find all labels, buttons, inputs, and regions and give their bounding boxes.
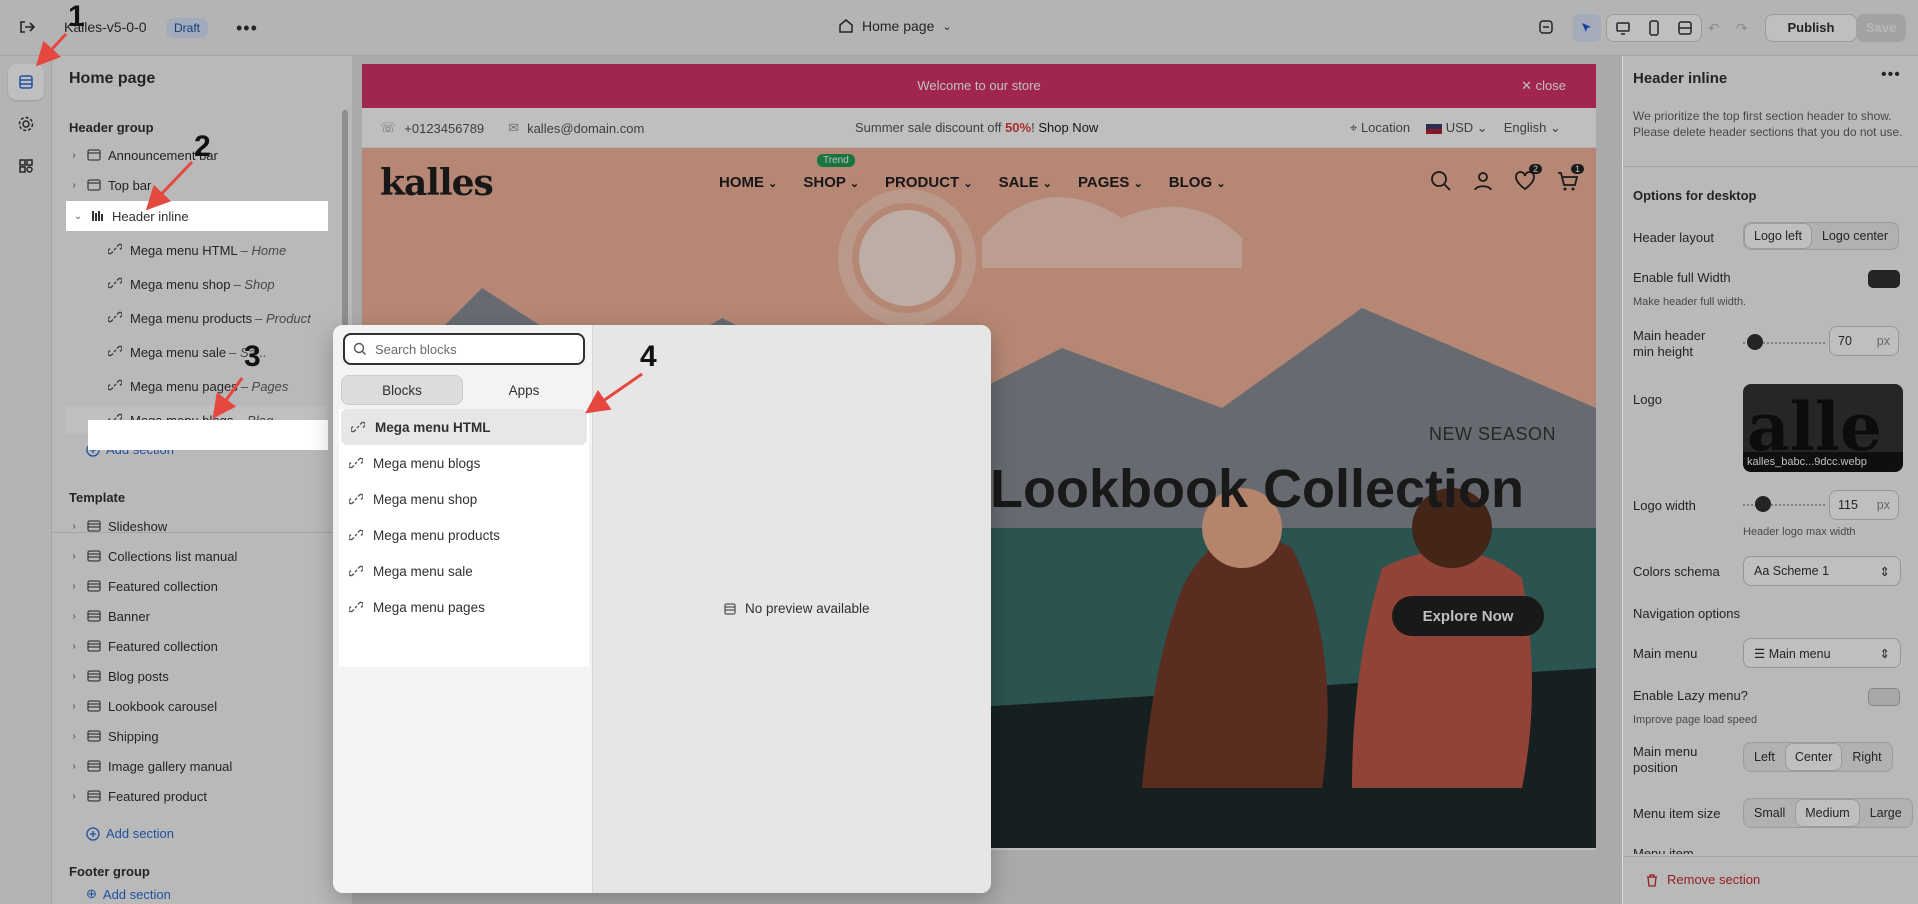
annotation-2: 2 <box>194 130 211 163</box>
annotation-1: 1 <box>68 0 85 33</box>
annotation-4: 4 <box>640 340 657 373</box>
annotation-arrows <box>35 32 643 419</box>
annotation-3: 3 <box>244 340 261 373</box>
